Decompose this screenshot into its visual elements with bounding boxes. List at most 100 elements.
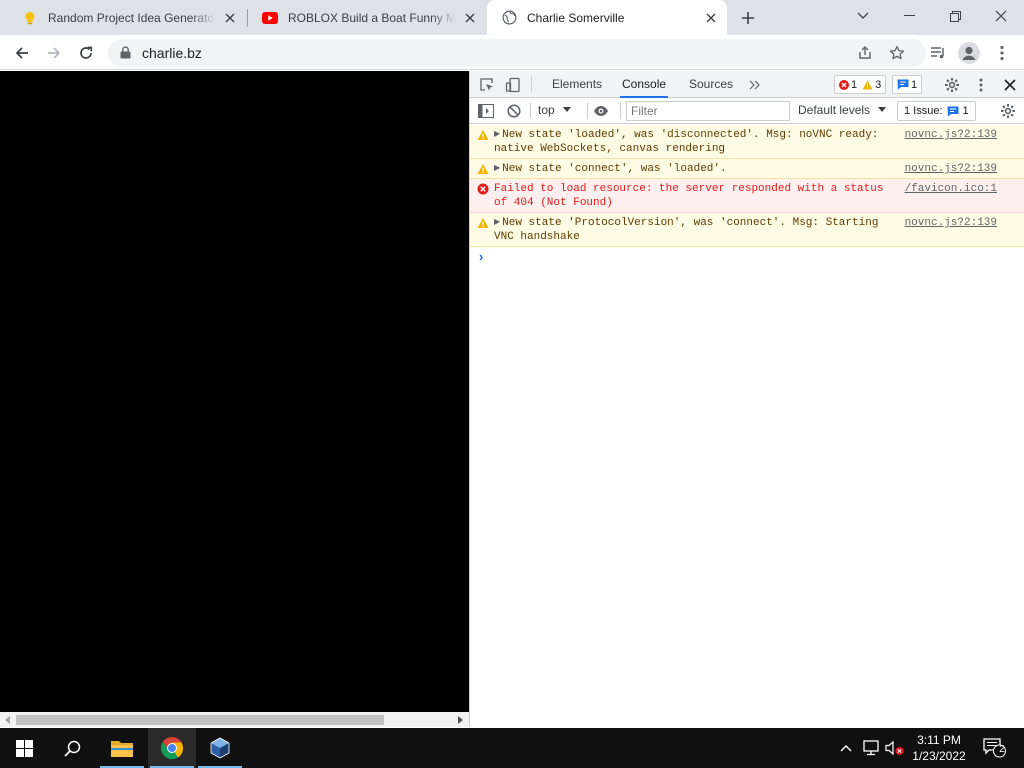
message-icon (897, 79, 909, 90)
clock-time: 3:11 PM (917, 733, 961, 747)
message-text: New state 'connect', was 'loaded'. (502, 163, 727, 175)
tab-elements[interactable]: Elements (550, 71, 604, 98)
sidebar-toggle-icon[interactable] (476, 101, 496, 121)
profile-avatar-button[interactable] (955, 39, 983, 67)
volume-muted-icon[interactable] (885, 738, 905, 758)
live-expression-eye-icon[interactable] (591, 101, 611, 121)
device-toolbar-icon[interactable] (503, 75, 523, 95)
devtools-menu-kebab-icon[interactable] (971, 75, 991, 95)
source-link[interactable]: novnc.js?2:139 (905, 128, 997, 142)
tab-search-button[interactable] (840, 0, 886, 32)
toolbar-divider (531, 76, 532, 92)
chrome-taskbar-button[interactable] (148, 728, 196, 768)
warning-icon (477, 130, 489, 140)
url-text: charlie.bz (142, 45, 202, 61)
warning-count: 3 (875, 78, 882, 91)
javascript-context-select[interactable]: top (538, 103, 572, 117)
source-link[interactable]: novnc.js?2:139 (905, 216, 997, 230)
console-settings-gear-icon[interactable] (998, 101, 1018, 121)
console-prompt[interactable]: › (470, 247, 1024, 267)
media-control-button[interactable] (924, 39, 952, 67)
virtualbox-cube-icon (210, 737, 230, 759)
network-icon[interactable] (861, 738, 881, 758)
horizontal-scrollbar[interactable] (0, 712, 469, 727)
scroll-left-arrow-icon[interactable] (3, 715, 13, 725)
toolbar-divider (530, 103, 531, 119)
console-warning-message[interactable]: ▶ New state 'loaded', was 'disconnected'.… (470, 125, 1024, 159)
start-button[interactable] (0, 728, 48, 768)
share-icon[interactable] (856, 44, 874, 62)
devtools-tabbar: Elements Console Sources 1 3 1 (470, 71, 1024, 98)
console-messages: ▶ New state 'loaded', was 'disconnected'.… (470, 125, 1024, 267)
forward-button[interactable] (40, 39, 68, 67)
expand-triangle-icon[interactable]: ▶ (494, 162, 500, 176)
warning-icon (477, 218, 489, 228)
tab-title: Random Project Idea Generator (48, 10, 216, 25)
menu-kebab-button[interactable] (988, 39, 1016, 67)
clear-console-icon[interactable] (504, 101, 524, 121)
issues-label: 1 Issue: (904, 105, 943, 117)
close-devtools-icon[interactable] (1000, 75, 1020, 95)
console-filter-input[interactable] (626, 101, 790, 121)
log-levels-dropdown[interactable]: Default levels (798, 103, 887, 117)
more-tabs-chevron-icon[interactable] (745, 75, 765, 95)
virtualbox-taskbar-button[interactable] (196, 728, 244, 768)
minimize-button[interactable] (886, 0, 932, 32)
warning-icon (477, 164, 489, 174)
chrome-icon (161, 737, 184, 760)
error-warning-counter[interactable]: 1 3 (834, 75, 887, 94)
console-warning-message[interactable]: ▶ New state 'ProtocolVersion', was 'conne… (470, 213, 1024, 247)
tab-title: Charlie Somerville (527, 10, 625, 25)
lightbulb-favicon-icon (22, 10, 38, 26)
tab-close-icon[interactable] (462, 10, 478, 26)
console-filter-bar: top Default levels 1 Issue: 1 (470, 98, 1024, 124)
tab-close-icon[interactable] (703, 10, 719, 26)
clock-date: 1/23/2022 (912, 749, 966, 763)
search-button[interactable] (48, 728, 96, 768)
message-counter[interactable]: 1 (892, 75, 923, 94)
back-button[interactable] (8, 39, 36, 67)
system-clock[interactable]: 3:11 PM 1/23/2022 (904, 732, 974, 764)
source-link[interactable]: /favicon.ico:1 (905, 182, 997, 196)
inspect-element-icon[interactable] (477, 75, 497, 95)
issues-count: 1 (962, 105, 969, 117)
message-text: New state 'ProtocolVersion', was 'connec… (494, 217, 879, 243)
show-hidden-icons-chevron-icon[interactable] (836, 738, 856, 758)
tab-roblox-video[interactable]: ROBLOX Build a Boat Funny Mon (248, 0, 486, 35)
reload-button[interactable] (72, 39, 100, 67)
settings-gear-icon[interactable] (942, 75, 962, 95)
tab-console[interactable]: Console (620, 71, 669, 98)
tab-close-icon[interactable] (222, 10, 238, 26)
expand-triangle-icon[interactable]: ▶ (494, 128, 500, 142)
new-tab-button[interactable] (736, 6, 760, 30)
scrollbar-thumb[interactable] (16, 715, 384, 725)
toolbar-divider (587, 103, 588, 119)
scroll-right-arrow-icon[interactable] (455, 715, 465, 725)
issues-button[interactable]: 1 Issue: 1 (897, 101, 976, 121)
console-warning-message[interactable]: ▶ New state 'connect', was 'loaded'. novn… (470, 159, 1024, 179)
restore-button[interactable] (932, 0, 978, 32)
tab-sources[interactable]: Sources (687, 71, 735, 98)
page-canvas-viewport[interactable] (0, 71, 469, 727)
console-error-message[interactable]: Failed to load resource: the server resp… (470, 179, 1024, 213)
file-explorer-button[interactable] (98, 728, 146, 768)
address-bar[interactable]: charlie.bz (108, 39, 926, 67)
prompt-chevron-icon: › (479, 249, 484, 264)
globe-favicon-icon (501, 10, 517, 26)
windows-logo-icon (15, 739, 33, 757)
folder-icon (111, 741, 133, 757)
tab-project-idea-generator[interactable]: Random Project Idea Generator (8, 0, 246, 35)
tab-charlie-somerville[interactable]: Charlie Somerville (487, 0, 727, 35)
context-value: top (538, 103, 555, 117)
source-link[interactable]: novnc.js?2:139 (905, 162, 997, 176)
toolbar-divider (620, 103, 621, 119)
error-count: 1 (851, 78, 858, 91)
message-text: New state 'loaded', was 'disconnected'. … (494, 129, 879, 155)
browser-toolbar: charlie.bz (0, 35, 1024, 70)
bookmark-star-icon[interactable] (888, 44, 906, 62)
lock-icon[interactable] (120, 46, 131, 62)
action-center-button[interactable]: 2 (982, 738, 1008, 758)
expand-triangle-icon[interactable]: ▶ (494, 216, 500, 230)
close-window-button[interactable] (978, 0, 1024, 32)
search-icon (63, 740, 80, 757)
